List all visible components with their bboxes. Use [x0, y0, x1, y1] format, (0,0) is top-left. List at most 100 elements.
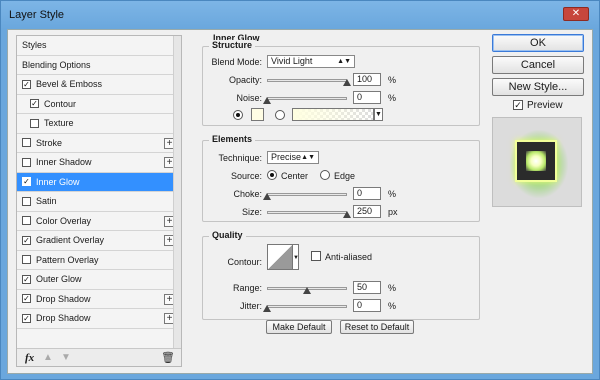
elements-group: Elements Technique: Precise ▲▼ Source: C…	[202, 134, 480, 222]
style-item-blending-options[interactable]: Blending Options	[17, 55, 181, 75]
style-item-pattern-overlay[interactable]: Pattern Overlay	[17, 250, 181, 270]
contour-picker[interactable]	[267, 244, 293, 270]
chevron-down-icon[interactable]: ▼	[374, 108, 383, 121]
anti-aliased-label: Anti-aliased	[325, 252, 373, 262]
anti-aliased-checkbox[interactable]	[311, 251, 321, 261]
fx-button[interactable]: fx	[25, 352, 34, 364]
style-item-contour[interactable]: ✓ Contour	[17, 94, 181, 114]
glow-gradient-picker[interactable]	[292, 108, 374, 121]
style-checkbox[interactable]: ✓	[22, 79, 31, 89]
style-item-bevel-emboss[interactable]: ✓ Bevel & Emboss	[17, 75, 181, 95]
choke-input[interactable]: 0	[353, 187, 381, 200]
style-checkbox[interactable]: ✓	[22, 235, 31, 245]
range-input[interactable]: 50	[353, 281, 381, 294]
noise-slider-thumb[interactable]	[263, 97, 271, 104]
style-checkbox[interactable]: ✓	[22, 313, 31, 323]
blend-mode-select[interactable]: Vivid Light ▲▼	[267, 55, 355, 68]
style-item-label: Drop Shadow	[36, 313, 91, 324]
style-checkbox[interactable]: ✓	[30, 99, 39, 109]
range-slider-thumb[interactable]	[303, 287, 311, 294]
opacity-input[interactable]: 100	[353, 73, 381, 86]
source-edge-label: Edge	[334, 171, 356, 181]
style-item-drop-shadow[interactable]: ✓ Drop Shadow +	[17, 309, 181, 329]
style-item-inner-shadow[interactable]: Inner Shadow +	[17, 153, 181, 173]
style-checkbox[interactable]	[22, 138, 31, 148]
jitter-unit: %	[388, 301, 397, 311]
style-checkbox[interactable]	[22, 157, 31, 167]
opacity-slider-track[interactable]	[267, 79, 347, 82]
technique-select[interactable]: Precise ▲▼	[267, 151, 319, 164]
preview-checkbox[interactable]: ✓	[513, 100, 523, 110]
noise-slider-track[interactable]	[267, 97, 347, 100]
source-center-label: Center	[281, 171, 309, 181]
style-item-gradient-overlay[interactable]: ✓ Gradient Overlay +	[17, 231, 181, 251]
styles-list-footer: fx ▲ ▼ 🗑	[17, 348, 181, 366]
size-unit: px	[388, 207, 398, 217]
styles-list-scrollbar[interactable]	[173, 36, 181, 348]
noise-unit: %	[388, 93, 397, 103]
style-preview	[492, 117, 582, 207]
style-item-satin[interactable]: Satin	[17, 192, 181, 212]
style-item-styles[interactable]: Styles	[17, 36, 181, 56]
style-item-inner-glow[interactable]: ✓ Inner Glow	[17, 172, 181, 192]
choke-label: Choke:	[233, 189, 262, 199]
style-checkbox[interactable]	[30, 118, 39, 128]
jitter-slider-thumb[interactable]	[263, 305, 271, 312]
style-item-stroke[interactable]: Stroke +	[17, 133, 181, 153]
style-item-label: Satin	[36, 196, 57, 207]
style-item-drop-shadow[interactable]: ✓ Drop Shadow +	[17, 289, 181, 309]
style-checkbox[interactable]: ✓	[22, 294, 31, 304]
cancel-button[interactable]: Cancel	[492, 56, 584, 74]
color-mode-radio[interactable]	[233, 110, 243, 120]
style-item-label: Outer Glow	[36, 274, 82, 285]
opacity-label: Opacity:	[228, 75, 262, 85]
style-checkbox[interactable]	[22, 216, 31, 226]
make-default-button[interactable]: Make Default	[266, 320, 332, 334]
move-up-icon[interactable]: ▲	[43, 352, 53, 363]
source-edge-radio[interactable]	[320, 170, 330, 180]
quality-legend: Quality	[209, 230, 246, 240]
ok-button[interactable]: OK	[492, 34, 584, 52]
title-bar[interactable]: Layer Style ✕	[1, 1, 599, 29]
technique-label: Technique:	[218, 153, 262, 163]
new-style-button[interactable]: New Style...	[492, 78, 584, 96]
styles-list-items: Styles Blending Options ✓ Bevel & Emboss ✓ Co…	[17, 36, 181, 329]
range-unit: %	[388, 283, 397, 293]
style-checkbox[interactable]: ✓	[22, 177, 31, 187]
jitter-input[interactable]: 0	[353, 299, 381, 312]
style-item-color-overlay[interactable]: Color Overlay +	[17, 211, 181, 231]
close-button[interactable]: ✕	[563, 7, 589, 21]
style-item-texture[interactable]: Texture	[17, 114, 181, 134]
jitter-slider-track[interactable]	[267, 305, 347, 308]
choke-slider-thumb[interactable]	[263, 193, 271, 200]
move-down-icon[interactable]: ▼	[61, 352, 71, 363]
reset-to-default-button[interactable]: Reset to Default	[340, 320, 414, 334]
source-center-radio[interactable]	[267, 170, 277, 180]
style-checkbox[interactable]	[22, 196, 31, 206]
structure-group: Structure Blend Mode: Vivid Light ▲▼ Opa…	[202, 40, 480, 126]
style-item-label: Inner Glow	[36, 176, 80, 187]
glow-color-swatch[interactable]	[251, 108, 264, 121]
opacity-unit: %	[388, 75, 397, 85]
choke-slider-track[interactable]	[267, 193, 347, 196]
style-item-label: Texture	[44, 118, 74, 129]
preview-label: Preview	[527, 100, 563, 111]
size-slider-track[interactable]	[267, 211, 347, 214]
style-checkbox[interactable]: ✓	[22, 274, 31, 284]
style-item-outer-glow[interactable]: ✓ Outer Glow	[17, 270, 181, 290]
noise-input[interactable]: 0	[353, 91, 381, 104]
style-item-label: Blending Options	[22, 59, 91, 70]
style-item-label: Contour	[44, 98, 77, 109]
trash-icon[interactable]: 🗑	[161, 351, 175, 364]
style-checkbox[interactable]	[22, 255, 31, 265]
style-item-label: Gradient Overlay	[36, 235, 105, 246]
opacity-slider-thumb[interactable]	[343, 79, 351, 86]
style-item-label: Bevel & Emboss	[36, 79, 103, 90]
contour-chevron-icon[interactable]: ▼	[293, 244, 299, 270]
chevron-updown-icon: ▲▼	[337, 58, 351, 65]
style-item-label: Styles	[22, 40, 47, 51]
gradient-mode-radio[interactable]	[275, 110, 285, 120]
size-slider-thumb[interactable]	[343, 211, 351, 218]
range-label: Range:	[232, 283, 262, 293]
size-input[interactable]: 250	[353, 205, 381, 218]
